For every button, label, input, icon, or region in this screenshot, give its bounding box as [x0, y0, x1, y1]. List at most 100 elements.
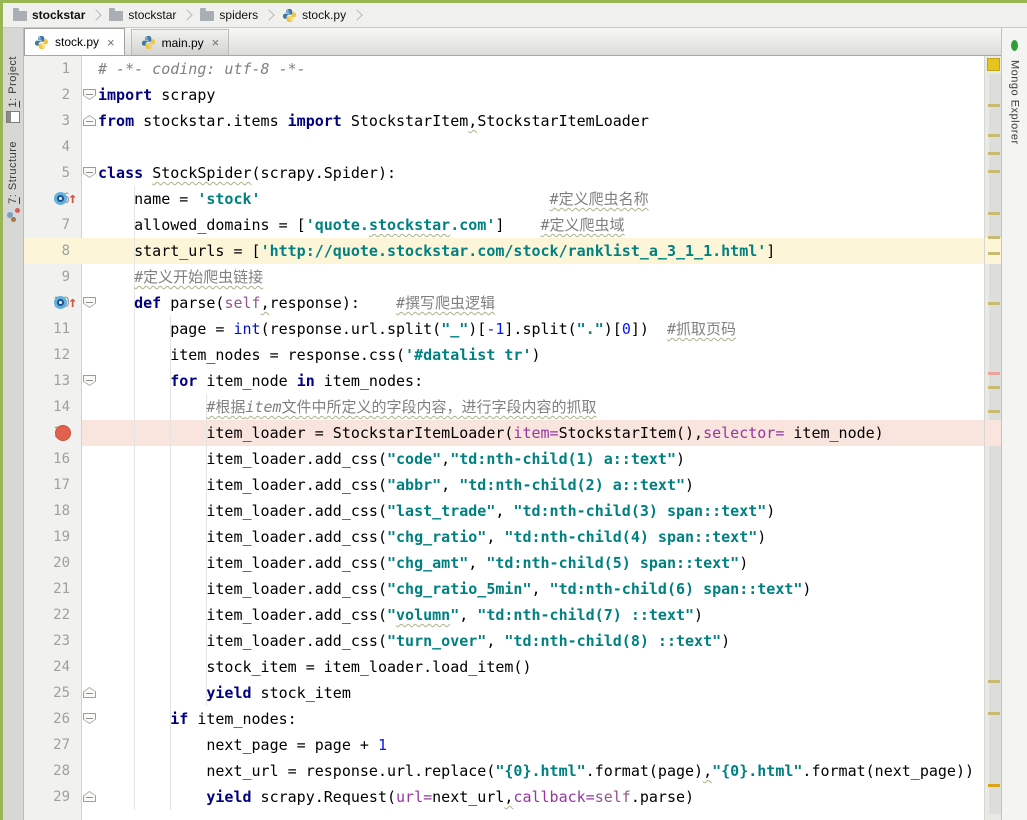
code-line[interactable]: yield scrapy.Request(url=next_url,callba…	[98, 784, 694, 810]
code-line-row[interactable]: 10↑ def parse(self,response): #撰写爬虫逻辑	[24, 290, 984, 316]
stripe-warning-mark[interactable]	[988, 104, 1000, 107]
line-number[interactable]: 12	[24, 342, 82, 368]
code-line[interactable]: for item_node in item_nodes:	[98, 368, 423, 394]
error-stripe-scrollbar[interactable]	[984, 56, 1001, 820]
line-number[interactable]: 9	[24, 264, 82, 290]
stripe-warning-mark[interactable]	[988, 784, 1000, 787]
code-line-row[interactable]: 19 item_loader.add_css("chg_ratio", "td:…	[24, 524, 984, 550]
code-line-row[interactable]: 3 from stockstar.items import StockstarIt…	[24, 108, 984, 134]
fold-gutter[interactable]	[82, 498, 98, 524]
fold-gutter[interactable]	[82, 732, 98, 758]
fold-gutter[interactable]	[82, 342, 98, 368]
code-line-row[interactable]: 8 start_urls = ['http://quote.stockstar.…	[24, 238, 984, 264]
code-line[interactable]: name = 'stock' #定义爬虫名称	[98, 186, 648, 212]
code-line[interactable]: class StockSpider(scrapy.Spider):	[98, 160, 396, 186]
fold-gutter[interactable]	[82, 524, 98, 550]
line-number[interactable]: 8	[24, 238, 82, 264]
code-line[interactable]: start_urls = ['http://quote.stockstar.co…	[98, 238, 775, 264]
code-line[interactable]: from stockstar.items import StockstarIte…	[98, 108, 649, 134]
code-line-row[interactable]: 7 allowed_domains = ['quote.stockstar.co…	[24, 212, 984, 238]
code-line[interactable]: item_loader.add_css("code","td:nth-child…	[98, 446, 685, 472]
stripe-warning-mark[interactable]	[988, 302, 1000, 305]
code-line-row[interactable]: 25 yield stock_item	[24, 680, 984, 706]
line-number[interactable]: 21	[24, 576, 82, 602]
code-line[interactable]: #根据item文件中所定义的字段内容，进行字段内容的抓取	[98, 394, 596, 420]
line-number[interactable]: 15	[24, 420, 82, 446]
code-line-row[interactable]: 24 stock_item = item_loader.load_item()	[24, 654, 984, 680]
fold-gutter[interactable]	[82, 550, 98, 576]
line-number[interactable]: 11	[24, 316, 82, 342]
code-line-row[interactable]: 13 for item_node in item_nodes:	[24, 368, 984, 394]
line-number[interactable]: 13	[24, 368, 82, 394]
line-number[interactable]: 2	[24, 82, 82, 108]
code-line[interactable]: if item_nodes:	[98, 706, 296, 732]
fold-gutter[interactable]	[82, 394, 98, 420]
fold-start-icon[interactable]	[83, 167, 96, 178]
toolwindow-button-project[interactable]: 1: Project	[6, 56, 20, 124]
breadcrumb-item-stockstar[interactable]: stockstar	[11, 7, 87, 22]
fold-gutter[interactable]	[82, 108, 98, 134]
line-number[interactable]: 17	[24, 472, 82, 498]
code-line[interactable]: page = int(response.url.split("_")[-1].s…	[98, 316, 736, 342]
code-line-row[interactable]: 14 #根据item文件中所定义的字段内容，进行字段内容的抓取	[24, 394, 984, 420]
fold-end-icon[interactable]	[83, 115, 96, 126]
breadcrumb-item-stock.py[interactable]: stock.py	[280, 8, 348, 23]
line-number[interactable]: 23	[24, 628, 82, 654]
code-line[interactable]: item_loader.add_css("last_trade", "td:nt…	[98, 498, 775, 524]
code-line[interactable]: stock_item = item_loader.load_item()	[98, 654, 531, 680]
code-line-row[interactable]: 28 next_url = response.url.replace("{0}.…	[24, 758, 984, 784]
line-number[interactable]: 10↑	[24, 290, 82, 316]
inspections-status-icon[interactable]	[987, 58, 1000, 71]
line-number[interactable]: 14	[24, 394, 82, 420]
code-line[interactable]: next_page = page + 1	[98, 732, 387, 758]
stripe-warning-mark[interactable]	[988, 410, 1000, 413]
code-line-row[interactable]: 11 page = int(response.url.split("_")[-1…	[24, 316, 984, 342]
stripe-warning-mark[interactable]	[988, 134, 1000, 137]
line-number[interactable]: 29	[24, 784, 82, 810]
line-number[interactable]: 18	[24, 498, 82, 524]
fold-gutter[interactable]	[82, 420, 98, 446]
code-line[interactable]: #定义开始爬虫链接	[98, 264, 263, 290]
fold-gutter[interactable]	[82, 784, 98, 810]
code-line[interactable]: item_loader.add_css("chg_ratio", "td:nth…	[98, 524, 766, 550]
code-line[interactable]: item_loader.add_css("turn_over", "td:nth…	[98, 628, 730, 654]
stripe-warning-mark[interactable]	[988, 252, 1000, 255]
code-line-row[interactable]: 12 item_nodes = response.css('#datalist …	[24, 342, 984, 368]
override-marker-icon[interactable]	[54, 192, 67, 205]
fold-gutter[interactable]	[82, 316, 98, 342]
code-line[interactable]: def parse(self,response): #撰写爬虫逻辑	[98, 290, 495, 316]
code-line-row[interactable]: 21 item_loader.add_css("chg_ratio_5min",…	[24, 576, 984, 602]
breakpoint-icon[interactable]	[55, 425, 71, 441]
fold-gutter[interactable]	[82, 758, 98, 784]
code-line-row[interactable]: 9 #定义开始爬虫链接	[24, 264, 984, 290]
tab-main.py[interactable]: main.py ×	[130, 29, 230, 55]
line-number[interactable]: 7	[24, 212, 82, 238]
stripe-warning-mark[interactable]	[988, 372, 1000, 375]
code-line-row[interactable]: 18 item_loader.add_css("last_trade", "td…	[24, 498, 984, 524]
line-number[interactable]: 5	[24, 160, 82, 186]
fold-gutter[interactable]	[82, 472, 98, 498]
code-line-row[interactable]: 4	[24, 134, 984, 160]
tab-stock.py[interactable]: stock.py ×	[24, 28, 125, 55]
fold-gutter[interactable]	[82, 706, 98, 732]
code-line[interactable]: import scrapy	[98, 82, 215, 108]
close-icon[interactable]: ×	[107, 36, 115, 49]
fold-gutter[interactable]	[82, 238, 98, 264]
code-line[interactable]: item_loader.add_css("abbr", "td:nth-chil…	[98, 472, 694, 498]
line-number[interactable]: 27	[24, 732, 82, 758]
fold-start-icon[interactable]	[83, 297, 96, 308]
line-number[interactable]: 19	[24, 524, 82, 550]
stripe-warning-mark[interactable]	[988, 212, 1000, 215]
code-line-row[interactable]: 29 yield scrapy.Request(url=next_url,cal…	[24, 784, 984, 810]
fold-gutter[interactable]	[82, 186, 98, 212]
stripe-warning-mark[interactable]	[988, 712, 1000, 715]
fold-gutter[interactable]	[82, 56, 98, 82]
stripe-warning-mark[interactable]	[988, 152, 1000, 155]
code-line-row[interactable]: 6↑ name = 'stock' #定义爬虫名称	[24, 186, 984, 212]
line-number[interactable]: 24	[24, 654, 82, 680]
fold-end-icon[interactable]	[83, 687, 96, 698]
fold-gutter[interactable]	[82, 628, 98, 654]
line-number[interactable]: 26	[24, 706, 82, 732]
fold-start-icon[interactable]	[83, 89, 96, 100]
fold-gutter[interactable]	[82, 446, 98, 472]
